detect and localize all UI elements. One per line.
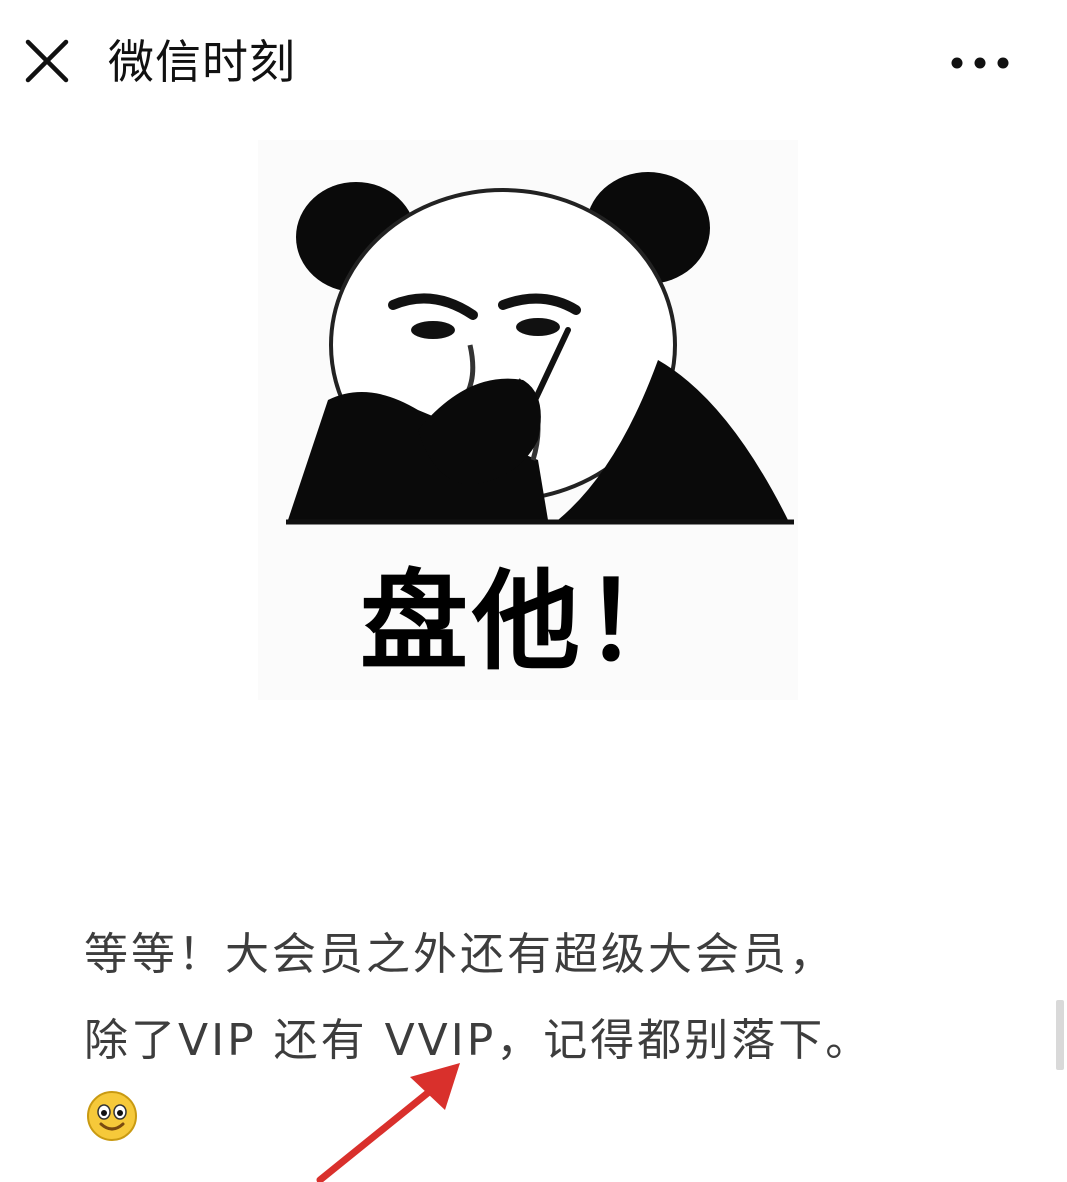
meme-caption: 盘他！ bbox=[359, 560, 696, 685]
top-bar: 微信时刻 bbox=[0, 0, 1067, 128]
red-arrow-icon bbox=[316, 1063, 460, 1182]
page-title: 微信时刻 bbox=[108, 35, 296, 89]
article-paragraph: 等等！大会员之外还有超级大会员， 除了VIP 还有 VVIP，记得都别落下。 bbox=[84, 912, 1004, 1084]
scrollbar[interactable] bbox=[1056, 1000, 1064, 1070]
more-dots-icon bbox=[951, 57, 1009, 69]
article-line: 等等！大会员之外还有超级大会员， bbox=[84, 929, 836, 980]
close-button[interactable] bbox=[18, 30, 78, 90]
meme-image[interactable]: 盘他！ bbox=[258, 140, 798, 700]
more-button[interactable] bbox=[947, 40, 1017, 86]
close-icon bbox=[25, 39, 69, 83]
panda-meme-illustration bbox=[286, 172, 794, 525]
smile-emoji-icon bbox=[87, 1091, 137, 1141]
article-line: 除了VIP 还有 VVIP，记得都别落下。 bbox=[84, 1015, 873, 1066]
article-page: 微信时刻 盘他！ 等等！大会员之外还有超级大会员， 除了VIP 还有 VVIP，… bbox=[0, 0, 1067, 1182]
